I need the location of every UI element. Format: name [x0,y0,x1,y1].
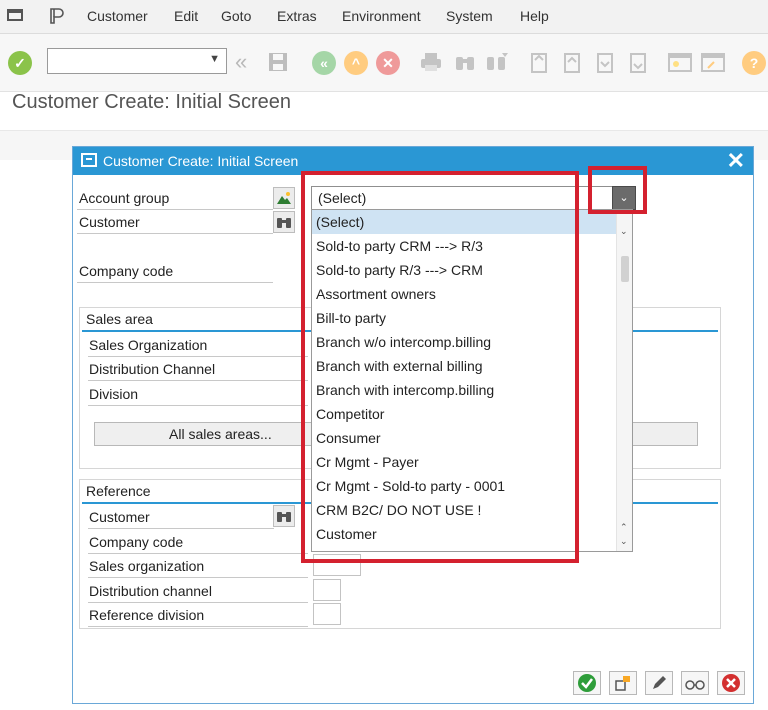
cancel-button[interactable] [717,671,745,695]
highlight-frame-list [301,171,579,563]
last-page-icon[interactable] [627,50,649,74]
close-icon[interactable]: ✕ [727,148,745,174]
sales-organization-label: Sales Organization [89,337,208,353]
ref-distribution-channel-field[interactable] [313,579,341,601]
menu-goto[interactable]: Goto [221,8,251,24]
menu-icon[interactable] [6,6,26,26]
help-icon[interactable]: ? [742,51,766,75]
ref-division-label: Reference division [89,607,205,623]
label-underline [88,553,308,554]
create-with-data-icon [615,676,630,691]
ref-company-code-label: Company code [89,534,184,550]
layout-menu-icon[interactable] [46,6,66,26]
label-underline [77,233,273,234]
chevron-down-icon: ▼ [209,53,220,65]
edit-button[interactable] [645,671,673,695]
customer-label: Customer [79,214,140,230]
label-underline [88,577,308,578]
continue-icon [578,674,596,692]
save-icon[interactable] [267,51,289,73]
menu-system[interactable]: System [446,8,493,24]
toolbar: ✓ ▼ « « ^ ✕ ? [0,34,768,92]
ref-sales-organization-label: Sales organization [89,558,205,574]
ref-distribution-channel-label: Distribution channel [89,583,212,599]
find-icon[interactable] [453,51,477,73]
label-underline [88,626,308,627]
menu-help[interactable]: Help [520,8,549,24]
shortcut-icon[interactable] [700,51,726,73]
cancel-icon [722,674,740,692]
label-underline [77,209,273,210]
label-underline [88,528,274,529]
company-code-label: Company code [79,263,174,279]
enter-icon[interactable]: ✓ [8,51,32,75]
continue-button[interactable] [573,671,601,695]
chevron-down-icon[interactable]: ⌄ [620,536,628,547]
scrollbar-thumb[interactable] [621,256,629,282]
ref-division-field[interactable] [313,603,341,625]
highlight-frame-toggle [588,166,647,214]
previous-page-icon[interactable] [561,50,583,74]
menu-extras[interactable]: Extras [277,8,317,24]
binoculars-icon[interactable] [273,211,295,233]
display-button[interactable] [681,671,709,695]
binoculars-icon[interactable] [273,505,295,527]
new-session-icon[interactable] [667,51,693,73]
label-underline [77,282,273,283]
next-page-icon[interactable] [594,50,616,74]
page-title: Customer Create: Initial Screen [12,91,292,113]
ref-customer-label: Customer [89,509,150,525]
find-next-icon[interactable] [484,51,510,73]
dialog-title: Customer Create: Initial Screen [103,153,299,169]
label-underline [88,602,308,603]
back-arrows-icon[interactable]: « [235,49,247,75]
distribution-channel-label: Distribution Channel [89,361,216,377]
account-group-label: Account group [79,190,170,206]
window-icon [81,153,97,167]
label-underline [88,356,308,357]
menu-edit[interactable]: Edit [174,8,198,24]
exit-icon[interactable]: ^ [344,51,368,75]
image-icon[interactable] [273,187,295,209]
print-icon[interactable] [419,51,443,73]
first-page-icon[interactable] [528,50,550,74]
reference-title: Reference [86,483,151,499]
dropdown-scrollbar[interactable]: ⌄ ⌃ ⌄ [616,210,632,551]
menu-bar: Customer Edit Goto Extras Environment Sy… [0,0,768,34]
sales-area-title: Sales area [86,311,153,327]
cancel-icon[interactable]: ✕ [376,51,400,75]
label-underline [88,380,308,381]
division-label: Division [89,386,139,402]
menu-environment[interactable]: Environment [342,8,421,24]
command-field[interactable]: ▼ [47,48,227,74]
edit-icon [653,676,666,689]
create-with-data-button[interactable] [609,671,637,695]
glasses-icon [685,680,705,690]
back-icon[interactable]: « [312,51,336,75]
chevron-up-icon[interactable]: ⌃ [620,522,628,533]
chevron-down-icon[interactable]: ⌄ [620,226,628,237]
label-underline [88,405,308,406]
all-sales-areas-label: All sales areas... [169,426,272,442]
menu-customer[interactable]: Customer [87,8,148,24]
